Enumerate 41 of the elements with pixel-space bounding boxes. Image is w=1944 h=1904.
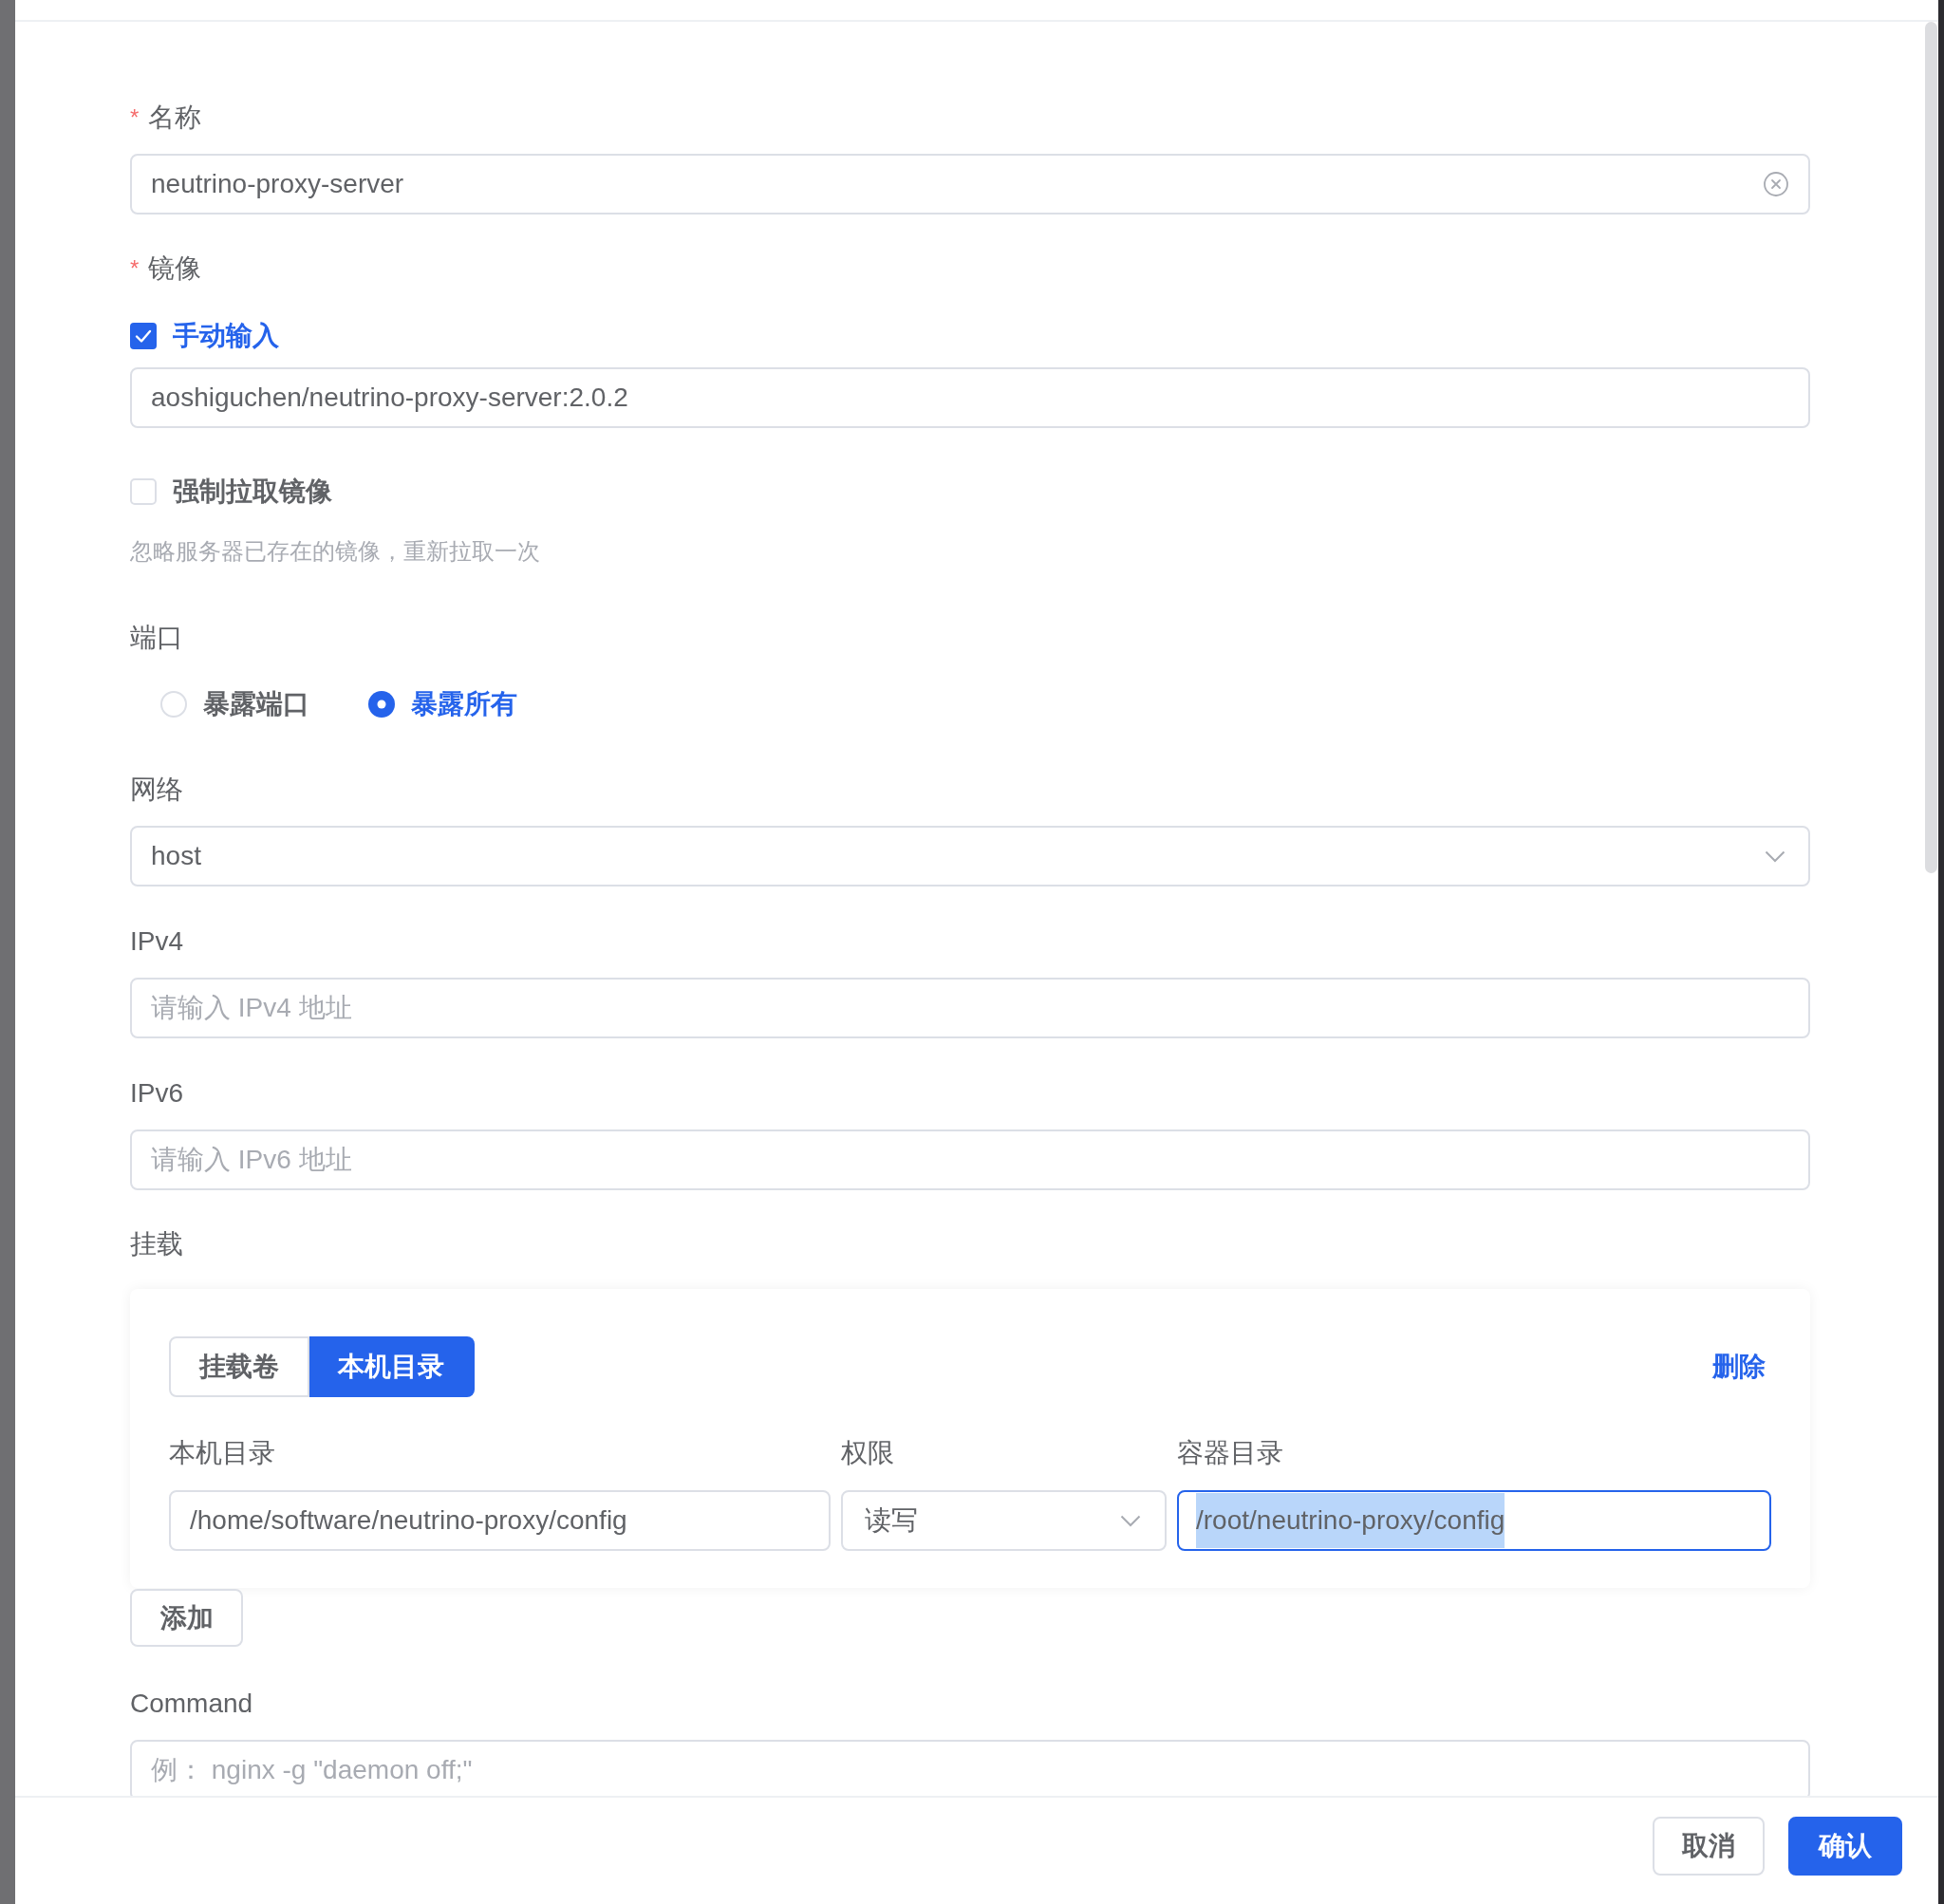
- chevron-down-icon: [1765, 849, 1785, 863]
- hint-text: 忽略服务器已存在的镜像，重新拉取一次: [130, 537, 541, 566]
- tab[interactable]: 本机目录: [309, 1336, 475, 1397]
- required-mark: *: [130, 254, 140, 283]
- checkbox[interactable]: [130, 323, 157, 349]
- text-field[interactable]: 请输入 IPv4 地址: [130, 978, 1810, 1038]
- field-label: Command: [130, 1688, 253, 1720]
- radio-button[interactable]: [368, 691, 395, 718]
- field-label: 端口: [130, 622, 183, 654]
- column-label: 权限: [841, 1437, 894, 1469]
- field-label: IPv4: [130, 925, 184, 958]
- field-label: 挂载: [130, 1228, 183, 1260]
- required-mark: *: [130, 103, 140, 132]
- checkbox[interactable]: [130, 478, 157, 505]
- text-field[interactable]: /root/neutrino-proxy/config: [1177, 1490, 1771, 1551]
- scrollbar-thumb[interactable]: [1925, 22, 1937, 873]
- chevron-down-icon: [1120, 1514, 1141, 1527]
- text-field[interactable]: 请输入 IPv6 地址: [130, 1129, 1810, 1190]
- text-field[interactable]: aoshiguchen/neutrino-proxy-server:2.0.2: [130, 367, 1810, 428]
- cancel-button[interactable]: 取消: [1653, 1817, 1765, 1876]
- field-label: IPv6: [130, 1077, 184, 1110]
- column-label: 本机目录: [169, 1437, 275, 1469]
- checkbox-label[interactable]: 手动输入: [173, 318, 279, 354]
- tab[interactable]: 挂载卷: [169, 1336, 309, 1397]
- column-label: 容器目录: [1177, 1437, 1283, 1469]
- text-field[interactable]: 例： nginx -g "daemon off;": [130, 1740, 1810, 1796]
- text-field[interactable]: neutrino-proxy-server: [130, 154, 1810, 215]
- add-button[interactable]: 添加: [130, 1589, 243, 1647]
- radio-label[interactable]: 暴露所有: [411, 686, 517, 722]
- field-label: 名称: [148, 102, 202, 134]
- field-label: 镜像: [148, 252, 202, 285]
- clear-icon[interactable]: [1764, 172, 1788, 196]
- confirm-button[interactable]: 确认: [1788, 1817, 1902, 1876]
- radio-button[interactable]: [160, 691, 187, 718]
- field-label: 网络: [130, 774, 183, 806]
- select-field[interactable]: host: [130, 826, 1810, 887]
- select-field[interactable]: 读写: [841, 1490, 1167, 1551]
- delete-link[interactable]: 删除: [1712, 1349, 1766, 1385]
- radio-label[interactable]: 暴露端口: [203, 686, 309, 722]
- text-field[interactable]: /home/software/neutrino-proxy/config: [169, 1490, 831, 1551]
- checkbox-label[interactable]: 强制拉取镜像: [173, 474, 332, 510]
